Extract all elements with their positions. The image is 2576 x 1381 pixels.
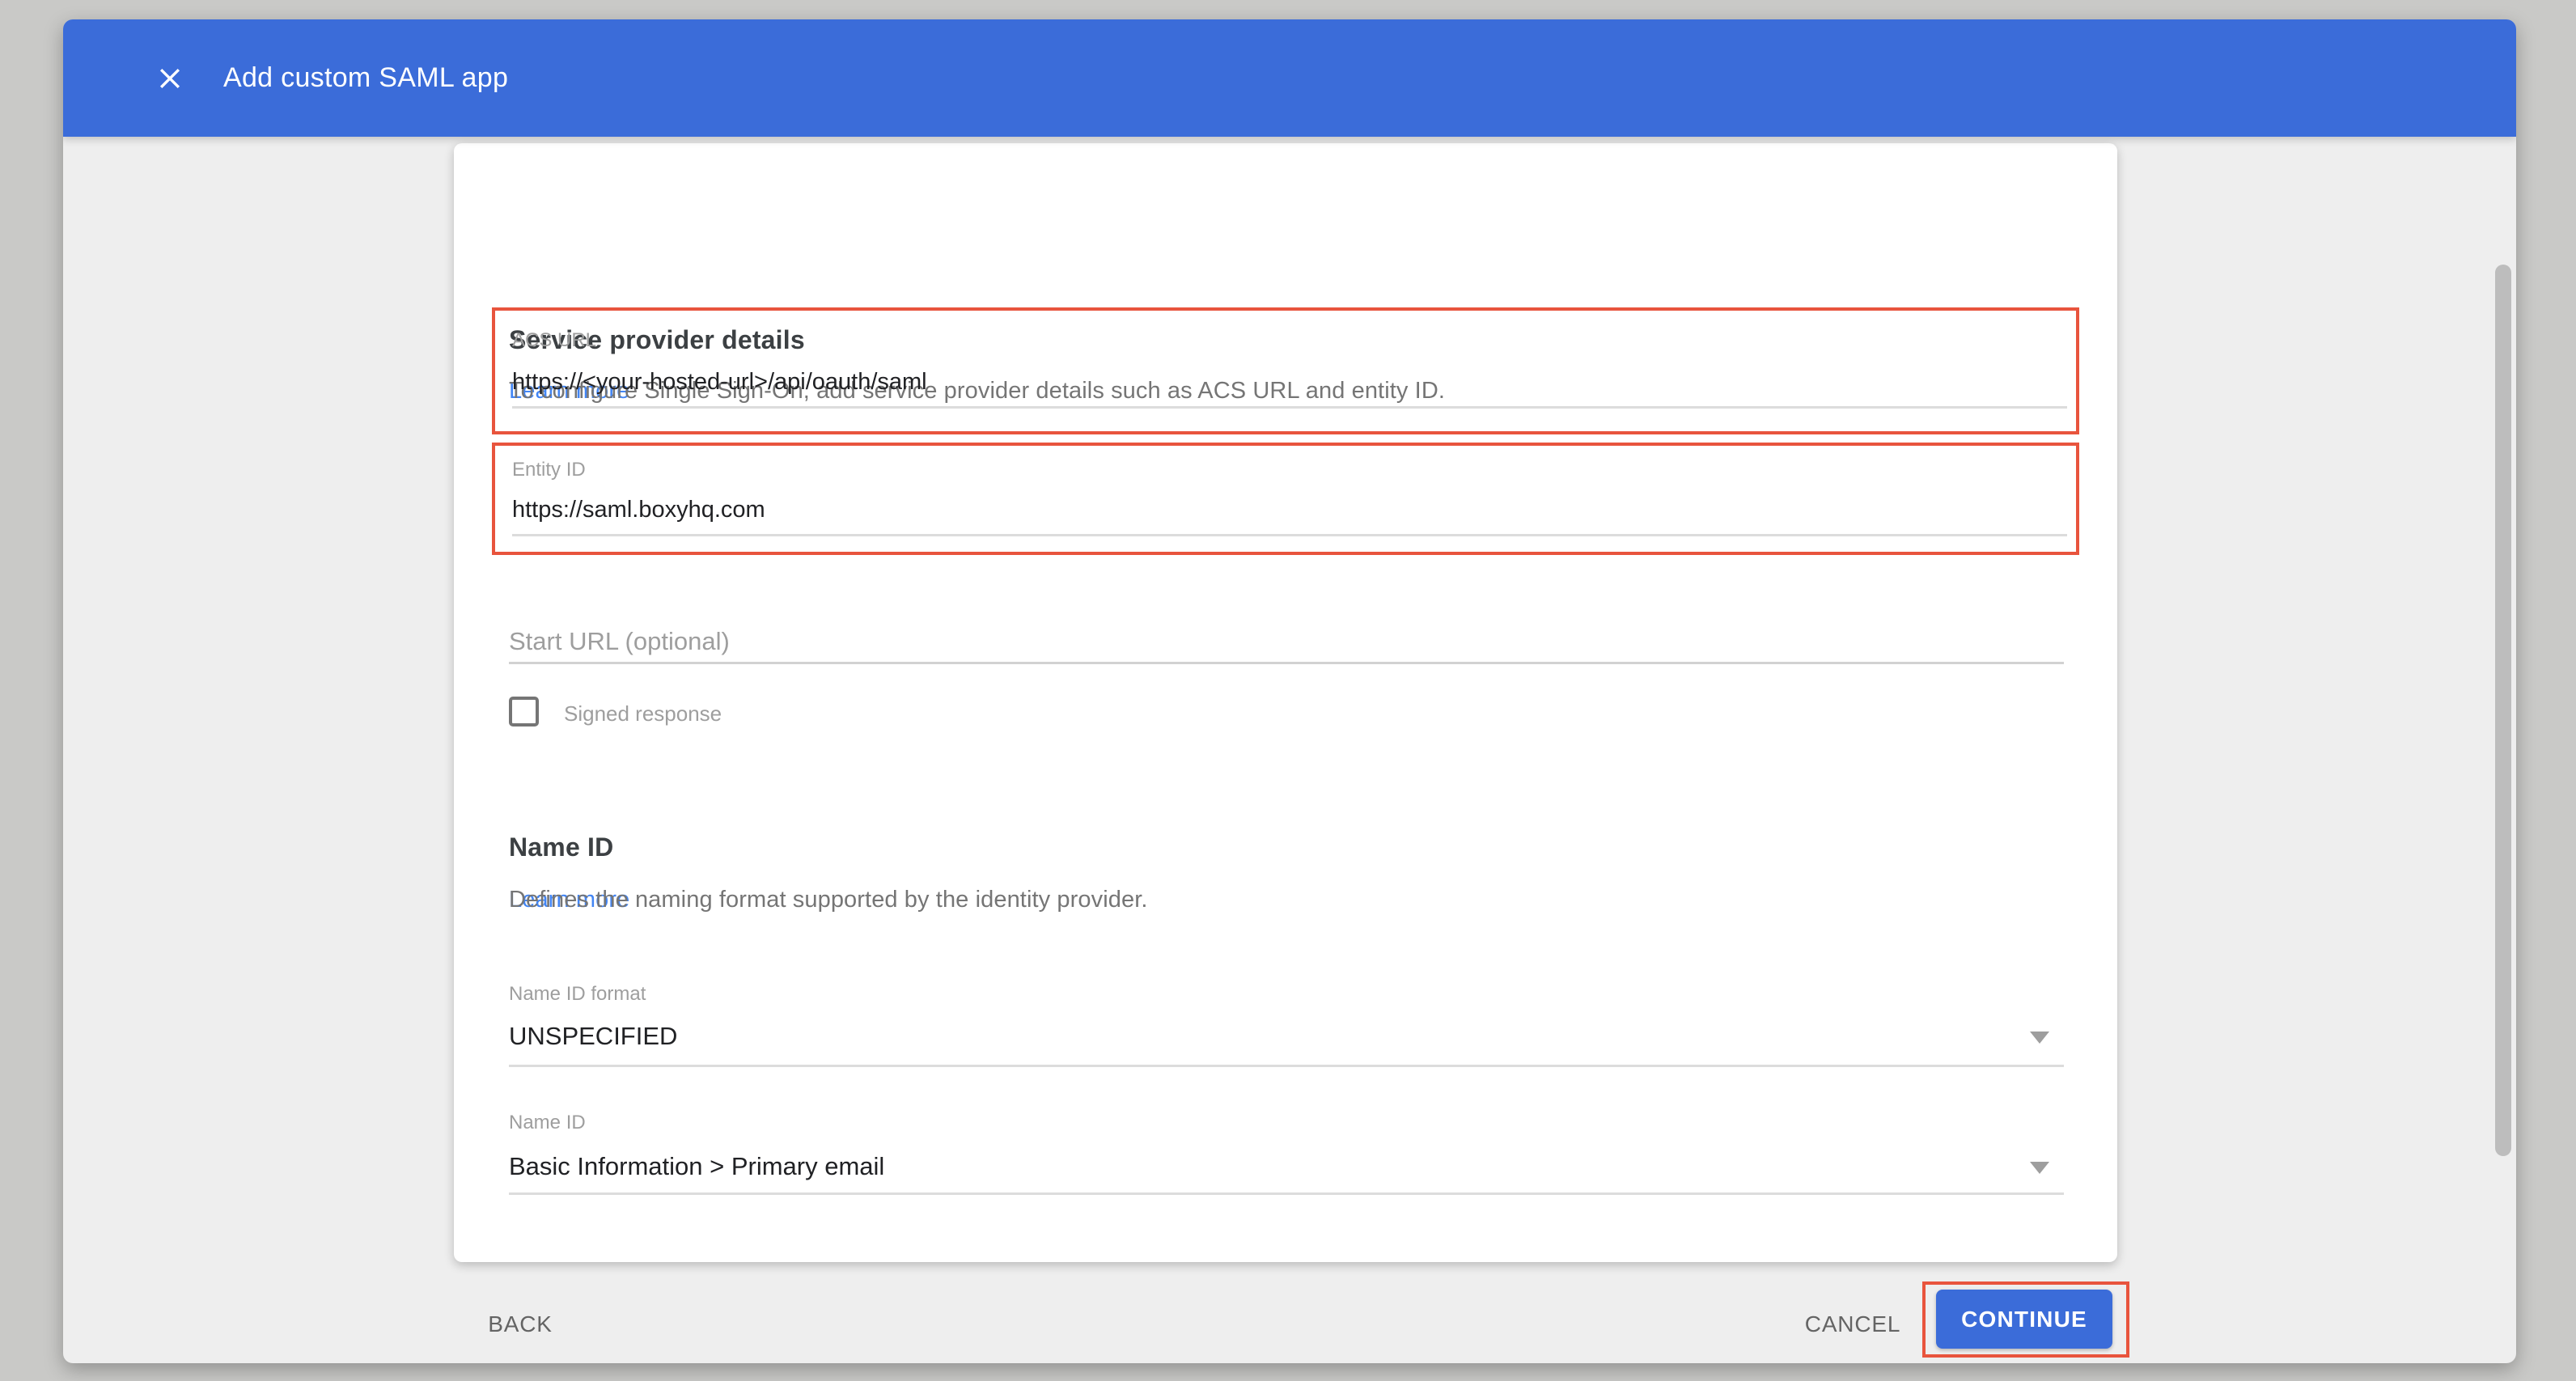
acs-url-underline [512, 406, 2067, 409]
scrollbar-thumb[interactable] [2495, 265, 2511, 1156]
start-url-underline [509, 662, 2064, 664]
name-id-format-label: Name ID format [509, 983, 646, 1006]
name-id-label: Name ID [509, 1112, 586, 1134]
name-id-description-text: Defines the naming format supported by t… [509, 887, 1148, 913]
dialog-header: Add custom SAML app [63, 19, 2516, 137]
signed-response-checkbox[interactable] [509, 697, 539, 727]
name-id-select[interactable]: Basic Information > Primary email [509, 1152, 884, 1181]
cancel-button[interactable]: CANCEL [1800, 1311, 1905, 1338]
section-heading-name-id: Name ID [509, 832, 613, 862]
dialog-title: Add custom SAML app [223, 62, 508, 94]
dropdown-arrow-icon[interactable] [2030, 1162, 2049, 1174]
entity-id-label: Entity ID [512, 459, 586, 481]
close-icon[interactable] [150, 59, 189, 98]
entity-id-input[interactable]: https://saml.boxyhq.com [512, 497, 765, 523]
name-id-format-select[interactable]: UNSPECIFIED [509, 1022, 677, 1051]
signed-response-label: Signed response [564, 701, 722, 727]
continue-highlight-box [1922, 1281, 2129, 1358]
acs-url-input[interactable]: https://<your-hosted-url>/api/oauth/saml [512, 369, 927, 396]
service-provider-card: Service provider details To configure Si… [454, 143, 2117, 1262]
name-id-format-underline [509, 1065, 2064, 1067]
entity-id-highlight-box: Entity ID https://saml.boxyhq.com [492, 443, 2079, 555]
add-custom-saml-app-dialog: Add custom SAML app Service provider det… [63, 19, 2516, 1363]
name-id-description: Defines the naming format supported by t… [509, 887, 629, 913]
start-url-input[interactable]: Start URL (optional) [509, 627, 730, 656]
back-button[interactable]: BACK [483, 1311, 557, 1338]
page-background: { "header": { "title": "Add custom SAML … [0, 0, 2576, 1381]
acs-url-label: ACS URL [512, 329, 596, 352]
dropdown-arrow-icon[interactable] [2030, 1032, 2049, 1044]
acs-url-highlight-box: ACS URL https://<your-hosted-url>/api/oa… [492, 307, 2079, 434]
close-x-glyph [154, 62, 186, 95]
entity-id-underline [512, 534, 2067, 536]
name-id-underline [509, 1192, 2064, 1195]
